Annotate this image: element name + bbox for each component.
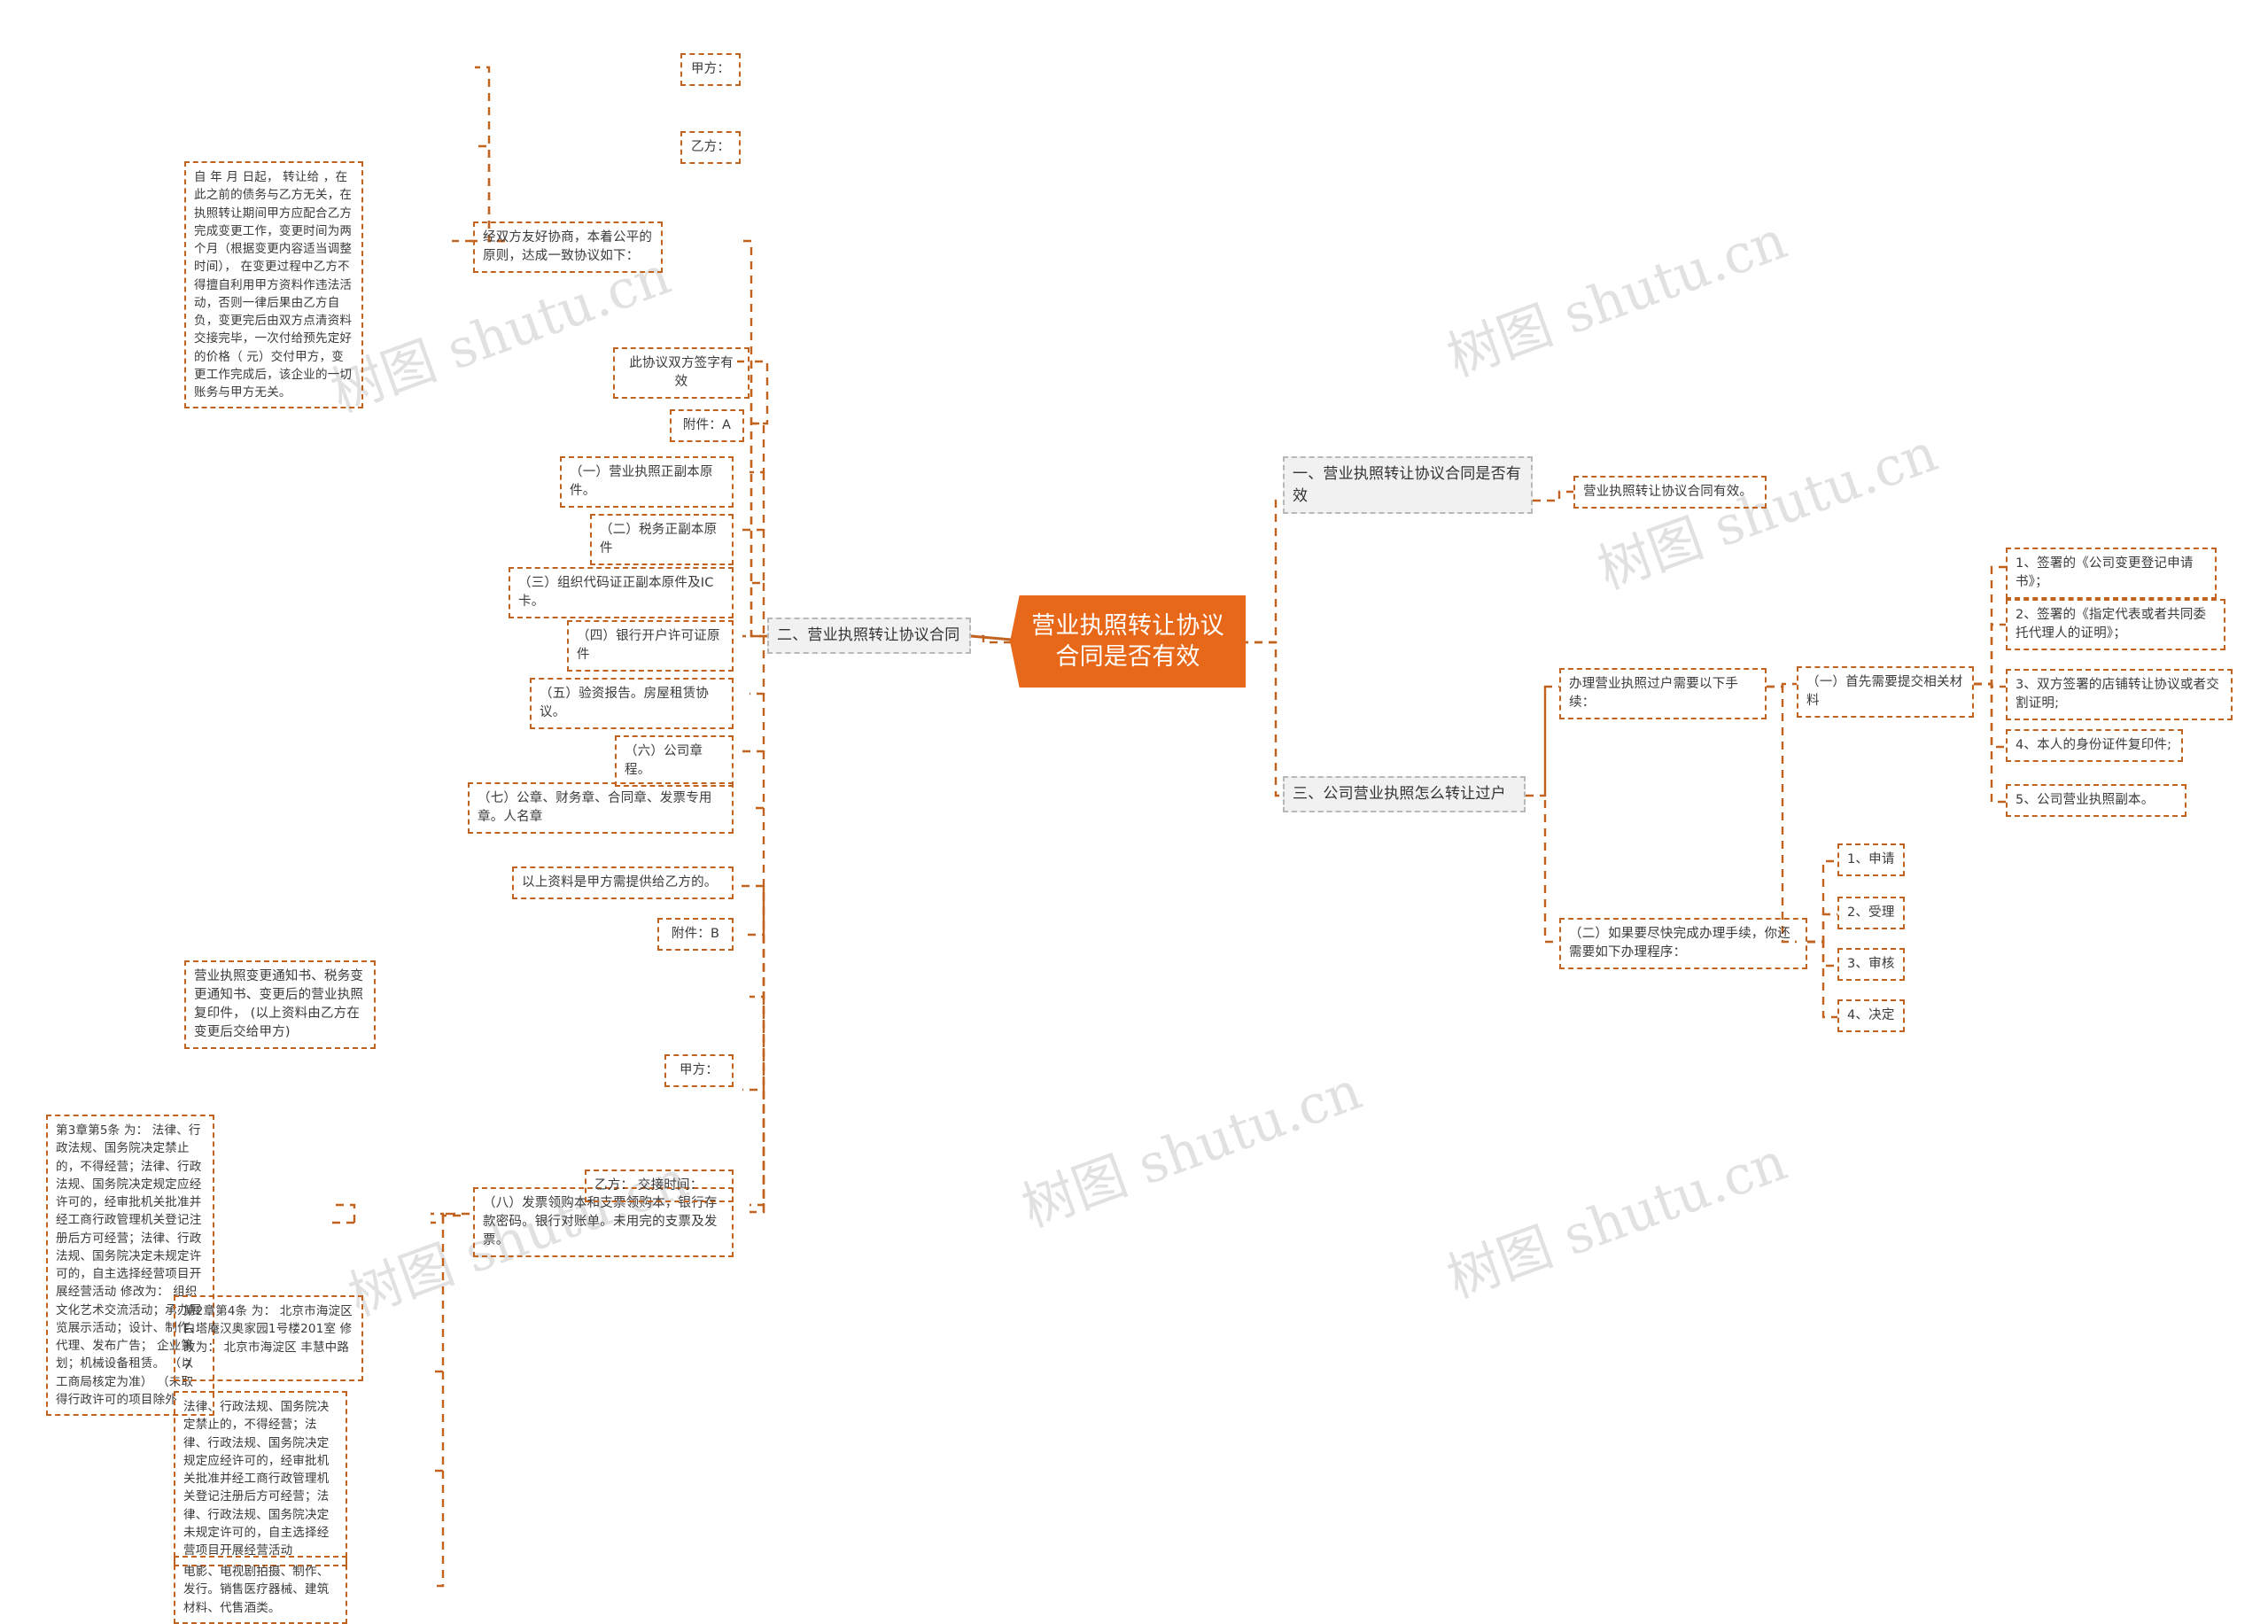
attachment-a-note[interactable]: 以上资料是甲方需提供给乙方的。 [512,866,734,900]
material-item[interactable]: 1、签署的《公司变更登记申请书》； [2006,548,2217,600]
material-item[interactable]: 3、双方签署的店铺转让协议或者交割证明; [2006,669,2233,721]
branch-3-section-2[interactable]: （二）如果要尽快完成办理手续，你还需要如下办理程序： [1559,918,1807,970]
party-b-field[interactable]: 乙方： [680,131,741,165]
branch-2-title[interactable]: 二、营业执照转让协议合同 [767,618,971,654]
procedure-item[interactable]: 1、申请 [1837,843,1905,877]
branch-3-section-1[interactable]: （一）首先需要提交相关材料 [1797,666,1974,719]
attachment-b-content[interactable]: 营业执照变更通知书、税务变更通知书、变更后的营业执照复印件， (以上资料由乙方在… [184,960,376,1050]
attachment-a-item[interactable]: （一）营业执照正副本原件。 [560,456,734,509]
signature-validity[interactable]: 此协议双方签字有效 [613,347,750,400]
business-scope-text[interactable]: 电影、电视剧拍摄、制作、发行。销售医疗器械、建筑材料、代售酒类。 [174,1556,347,1624]
branch-1-answer[interactable]: 营业执照转让协议合同有效。 [1573,476,1767,509]
branch-1-title[interactable]: 一、营业执照转让协议合同是否有效 [1283,456,1533,515]
attachment-a-item[interactable]: （五）验资报告。房屋租赁协议。 [530,678,734,730]
branch-3-title[interactable]: 三、公司营业执照怎么转让过户 [1283,776,1526,812]
branch-3-intro[interactable]: 办理营业执照过户需要以下手续： [1559,668,1767,720]
watermark: 树图 shutu.cn [1439,208,1795,389]
center-topic[interactable]: 营业执照转让协议合同是否有效 [1010,595,1246,688]
signer-a-field[interactable]: 甲方： [664,1054,734,1088]
transfer-clause[interactable]: 自 年 月 日起， 转让给 ，在此之前的债务与乙方无关，在执照转让期间甲方应配合… [184,161,363,409]
attachment-a-item[interactable]: （四）银行开户许可证原件 [567,620,734,672]
agreement-preamble[interactable]: 经双方友好协商，本着公平的原则，达成一致协议如下： [473,221,663,274]
procedure-item[interactable]: 4、决定 [1837,999,1905,1033]
legal-clause-2-4[interactable]: 第2章第4条 为： 北京市海淀区白塔庵汉奥家园1号楼201室 修改为： 北京市海… [174,1295,363,1381]
attachment-a-item[interactable]: （二）税务正副本原件 [590,514,734,566]
party-a-field[interactable]: 甲方： [680,53,741,87]
legal-scope-text[interactable]: 法律、行政法规、国务院决定禁止的，不得经营；法律、行政法规、国务院决定规定应经许… [174,1391,347,1567]
attachment-a-item[interactable]: （三）组织代码证正副本原件及IC卡。 [509,567,734,619]
signer-b-field[interactable]: 乙方： 交接时间： [585,1169,734,1203]
attachment-b-title[interactable]: 附件：B [657,918,734,952]
attachment-a-title[interactable]: 附件：A [670,409,744,443]
attachment-a-item[interactable]: （六）公司章程。 [615,735,734,788]
material-item[interactable]: 4、本人的身份证件复印件; [2006,729,2183,763]
procedure-item[interactable]: 3、审核 [1837,948,1905,982]
mindmap-canvas: 树图 shutu.cn 树图 shutu.cn 树图 shutu.cn 树图 s… [0,0,2268,1624]
material-item[interactable]: 2、签署的《指定代表或者共同委托代理人的证明》； [2006,599,2225,651]
watermark: 树图 shutu.cn [1014,1059,1370,1239]
procedure-item[interactable]: 2、受理 [1837,897,1905,930]
watermark: 树图 shutu.cn [1439,1130,1795,1310]
material-item[interactable]: 5、公司营业执照副本。 [2006,784,2186,818]
attachment-a-item[interactable]: （七）公章、财务章、合同章、发票专用章。人名章 [468,782,734,835]
